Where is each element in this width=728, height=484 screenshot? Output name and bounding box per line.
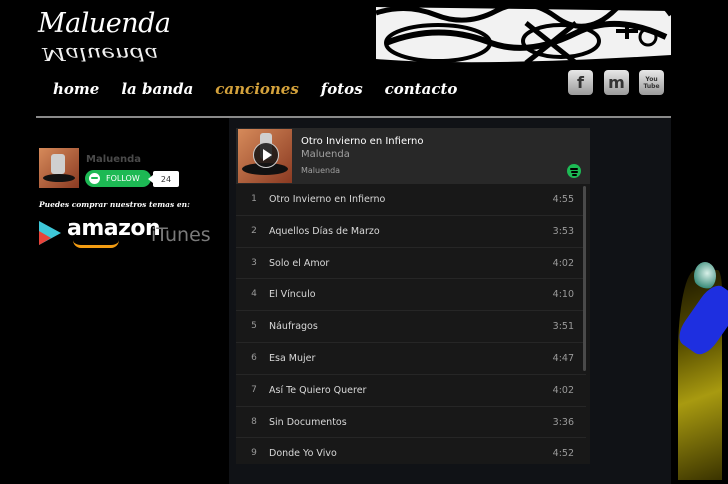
track-duration: 4:55 xyxy=(552,194,574,205)
player-owner: Maluenda xyxy=(301,166,341,175)
track-row[interactable]: 5 Náufragos 3:51 xyxy=(236,311,586,343)
banner-sketch-image xyxy=(376,3,671,67)
track-number: 9 xyxy=(251,448,257,459)
artwork-light-shape xyxy=(694,262,716,290)
facebook-icon[interactable]: f xyxy=(568,70,593,95)
track-duration: 3:53 xyxy=(552,225,574,237)
track-name: Náufragos xyxy=(269,321,318,333)
header-banner-artwork xyxy=(376,3,671,67)
myspace-icon[interactable]: m xyxy=(604,70,629,95)
avatar-figure xyxy=(51,154,65,174)
track-duration: 3:36 xyxy=(552,416,574,428)
artist-avatar[interactable] xyxy=(39,148,79,188)
myspace-glyph: m xyxy=(608,73,625,92)
track-row[interactable]: 4 El Vínculo 4:10 xyxy=(236,279,586,312)
track-number: 8 xyxy=(251,416,257,427)
nav-la-banda[interactable]: la banda xyxy=(121,80,193,98)
google-play-icon[interactable] xyxy=(39,221,61,245)
site-logo[interactable]: Maluenda Maluenda xyxy=(38,8,171,68)
track-row[interactable]: 1 Otro Invierno en Infierno 4:55 xyxy=(236,184,586,216)
track-name: Esa Mujer xyxy=(269,352,316,364)
track-duration: 4:02 xyxy=(552,384,574,396)
amazon-smile-icon xyxy=(73,240,119,248)
spotify-logo-icon[interactable] xyxy=(567,164,581,178)
track-name: Así Te Quiero Querer xyxy=(269,384,367,396)
track-number: 3 xyxy=(251,257,257,268)
site-header: Maluenda Maluenda home la banda cancione… xyxy=(36,0,671,116)
player-artist[interactable]: Maluenda xyxy=(301,149,350,160)
store-links: amazon iTunes xyxy=(39,216,219,250)
facebook-glyph: f xyxy=(577,73,584,92)
main-nav: home la banda canciones fotos contacto xyxy=(53,80,479,98)
track-duration: 3:51 xyxy=(552,321,574,333)
logo-wordmark-reflection: Maluenda xyxy=(42,43,159,63)
itunes-link[interactable]: iTunes xyxy=(151,224,211,246)
track-number: 2 xyxy=(251,225,257,236)
follower-count: 24 xyxy=(148,171,179,187)
play-button[interactable] xyxy=(253,142,279,168)
logo-wordmark: Maluenda xyxy=(38,8,171,39)
album-cover xyxy=(238,129,292,183)
track-row[interactable]: 7 Así Te Quiero Querer 4:02 xyxy=(236,375,586,407)
amazon-link[interactable]: amazon xyxy=(67,216,161,241)
track-duration: 4:47 xyxy=(552,352,574,364)
nav-home[interactable]: home xyxy=(53,80,99,98)
track-name: Otro Invierno en Infierno xyxy=(269,194,386,205)
buy-info-text: Puedes comprar nuestros temas en: xyxy=(39,200,190,209)
track-list: 1 Otro Invierno en Infierno 4:55 2 Aquel… xyxy=(236,184,586,464)
track-row[interactable]: 9 Donde Yo Vivo 4:52 xyxy=(236,438,586,464)
follow-label: FOLLOW xyxy=(106,174,140,183)
nav-contacto[interactable]: contacto xyxy=(385,80,458,98)
track-name: Aquellos Días de Marzo xyxy=(269,225,380,237)
avatar-base xyxy=(43,174,75,182)
track-number: 4 xyxy=(251,289,257,300)
left-sidebar: Maluenda FOLLOW 24 Puedes comprar nuestr… xyxy=(36,118,229,484)
artist-name[interactable]: Maluenda xyxy=(86,154,141,165)
track-row[interactable]: 2 Aquellos Días de Marzo 3:53 xyxy=(236,216,586,248)
track-name: El Vínculo xyxy=(269,289,316,301)
youtube-glyph: You Tube xyxy=(643,75,660,90)
nav-canciones[interactable]: canciones xyxy=(215,80,299,98)
background-artwork xyxy=(672,0,728,484)
track-row[interactable]: 3 Solo el Amor 4:02 xyxy=(236,248,586,280)
nav-fotos[interactable]: fotos xyxy=(321,80,363,98)
track-row[interactable]: 8 Sin Documentos 3:36 xyxy=(236,407,586,439)
track-number: 7 xyxy=(251,384,257,395)
player-header: Otro Invierno en Infierno Maluenda Malue… xyxy=(236,128,590,184)
track-duration: 4:52 xyxy=(552,448,574,460)
track-duration: 4:10 xyxy=(552,289,574,301)
track-number: 6 xyxy=(251,352,257,363)
follow-button[interactable]: FOLLOW xyxy=(85,170,151,187)
track-list-scrollbar[interactable] xyxy=(583,186,586,371)
track-duration: 4:02 xyxy=(552,257,574,269)
track-row[interactable]: 6 Esa Mujer 4:47 xyxy=(236,343,586,375)
track-name: Donde Yo Vivo xyxy=(269,448,337,460)
track-name: Solo el Amor xyxy=(269,257,330,269)
track-name: Sin Documentos xyxy=(269,416,347,428)
youtube-icon[interactable]: You Tube xyxy=(639,70,664,95)
player-title[interactable]: Otro Invierno en Infierno xyxy=(301,136,424,147)
track-number: 1 xyxy=(251,194,257,204)
spotify-embed-player: Otro Invierno en Infierno Maluenda Malue… xyxy=(236,128,590,464)
spotify-icon xyxy=(89,173,100,184)
track-number: 5 xyxy=(251,321,257,332)
play-icon xyxy=(263,149,272,161)
